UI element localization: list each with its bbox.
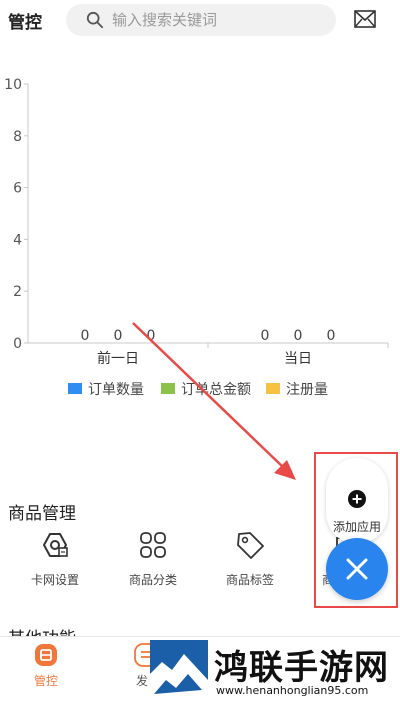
- bar-value-label: 0: [81, 328, 90, 344]
- section-title-goods: 商品管理: [8, 504, 76, 524]
- legend-label: 注册量: [286, 382, 328, 398]
- legend-swatch: [68, 383, 82, 394]
- y-tick-label: 0: [13, 336, 22, 352]
- watermark-logo-icon: [150, 640, 208, 696]
- watermark-url: www.henanhonglian95.com: [216, 684, 369, 697]
- y-tick-label: 6: [13, 181, 22, 197]
- legend-label: 订单总金额: [181, 382, 251, 398]
- mail-icon[interactable]: [354, 10, 376, 28]
- stats-chart: 0 2 4 6 8 10 前一日 当日 0 0 0 0 0 0 订单数量 订单总金额 注册量: [4, 77, 389, 398]
- y-tick-label: 4: [13, 232, 22, 248]
- bar-value-label: 0: [114, 328, 123, 344]
- search-input[interactable]: [112, 4, 322, 36]
- add-app-label: 添加应用: [332, 520, 381, 534]
- app-item-label: 商品标签: [225, 573, 274, 587]
- app-item-label: 商品分类: [128, 573, 177, 587]
- tag-icon: [237, 532, 264, 559]
- page-title: 管控: [8, 13, 42, 33]
- app-item-tags[interactable]: 商品标签: [202, 530, 298, 590]
- gear-icon: [43, 533, 68, 557]
- site-watermark: 鸿联手游网 www.henanhonglian95.com: [150, 640, 400, 702]
- plus-circle-icon: [348, 490, 366, 508]
- bar-value-label: 0: [261, 328, 270, 344]
- bar-value-label: 0: [294, 328, 303, 344]
- section-title-other: 其他功能: [8, 624, 76, 636]
- home-icon: [35, 644, 57, 666]
- legend-label: 订单数量: [88, 382, 144, 398]
- close-icon: [346, 558, 368, 580]
- fab-highlight-box: 添加应用: [314, 452, 398, 608]
- y-tick-label: 10: [4, 77, 22, 93]
- tab-control[interactable]: 管控: [6, 637, 86, 703]
- tab-label: 管控: [33, 674, 58, 688]
- x-tick-label: 前一日: [97, 350, 139, 367]
- search-box[interactable]: [66, 4, 336, 36]
- bar-value-label: 0: [147, 328, 156, 344]
- bar-value-label: 0: [327, 328, 336, 344]
- fab-close-button[interactable]: [326, 538, 388, 600]
- app-item-card-settings[interactable]: 卡网设置: [7, 530, 103, 590]
- add-app-button[interactable]: 添加应用: [326, 458, 388, 544]
- y-tick-label: 8: [13, 129, 22, 145]
- search-icon: [86, 11, 104, 29]
- grid-icon: [140, 532, 166, 558]
- app-item-label: 卡网设置: [30, 573, 79, 587]
- watermark-title: 鸿联手游网: [214, 648, 389, 688]
- legend-swatch: [161, 383, 175, 394]
- app-item-categories[interactable]: 商品分类: [105, 530, 201, 590]
- y-tick-label: 2: [13, 284, 22, 300]
- top-bar: 管控: [0, 0, 400, 40]
- x-tick-label: 当日: [284, 351, 312, 367]
- legend-swatch: [266, 383, 280, 394]
